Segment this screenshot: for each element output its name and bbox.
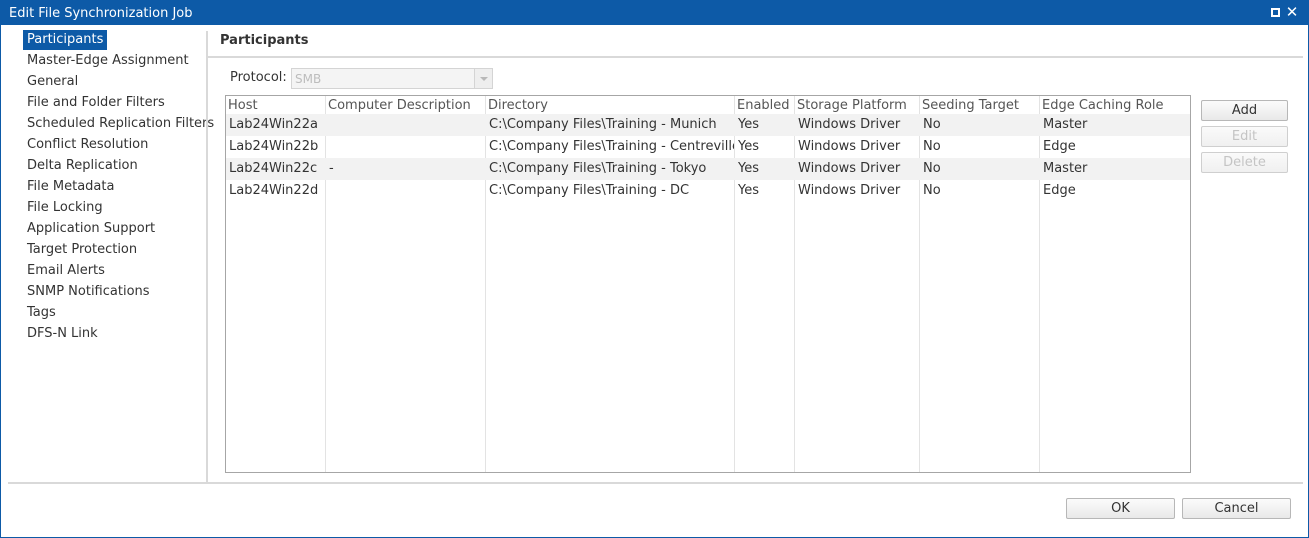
cell-directory: C:\Company Files\Training - DC (489, 183, 690, 198)
cell-edge-caching-role: Edge (1043, 139, 1076, 154)
cell-seeding-target: No (923, 139, 941, 154)
footer-divider (8, 482, 1303, 484)
delete-button[interactable]: Delete (1201, 152, 1288, 173)
cell-edge-caching-role: Master (1043, 117, 1088, 132)
cell-computer-description (326, 114, 485, 136)
cell-host: Lab24Win22d (229, 183, 319, 198)
ok-button[interactable]: OK (1066, 498, 1175, 519)
sidebar-item-participants[interactable]: Participants (23, 30, 108, 50)
protocol-select[interactable]: SMB (291, 68, 493, 89)
column-header-storage-platform[interactable]: Storage Platform (795, 96, 919, 116)
cell-computer-description: - (329, 161, 334, 176)
cell-directory: C:\Company Files\Training - Tokyo (489, 161, 707, 176)
table-row[interactable]: Lab24Win22d C:\Company Files\Training - … (226, 180, 1190, 202)
sidebar-item-delta-replication[interactable]: Delta Replication (23, 156, 142, 176)
sidebar-item-file-and-folder-filters[interactable]: File and Folder Filters (23, 93, 169, 113)
sidebar-item-scheduled-replication-filters[interactable]: Scheduled Replication Filters (23, 114, 218, 134)
cell-storage-platform: Windows Driver (798, 139, 901, 154)
cell-edge-caching-role: Edge (1043, 183, 1076, 198)
cell-computer-description (326, 180, 485, 202)
cell-storage-platform: Windows Driver (798, 161, 901, 176)
cell-seeding-target: No (923, 117, 941, 132)
table-row[interactable]: Lab24Win22b C:\Company Files\Training - … (226, 136, 1190, 158)
cell-host: Lab24Win22c (229, 161, 318, 176)
sidebar-item-file-metadata[interactable]: File Metadata (23, 177, 118, 197)
column-header-edge-caching-role[interactable]: Edge Caching Role (1040, 96, 1190, 116)
cell-seeding-target: No (923, 161, 941, 176)
edit-button[interactable]: Edit (1201, 126, 1288, 147)
column-header-seeding-target[interactable]: Seeding Target (920, 96, 1039, 116)
protocol-label: Protocol: (230, 70, 287, 85)
cell-storage-platform: Windows Driver (798, 117, 901, 132)
sidebar-item-target-protection[interactable]: Target Protection (23, 240, 141, 260)
sidebar-item-general[interactable]: General (23, 72, 82, 92)
title-bar: Edit File Synchronization Job ✕ (1, 1, 1308, 25)
sidebar-item-snmp-notifications[interactable]: SNMP Notifications (23, 282, 154, 302)
sidebar-item-file-locking[interactable]: File Locking (23, 198, 107, 218)
table-row[interactable]: Lab24Win22c - C:\Company Files\Training … (226, 158, 1190, 180)
cell-enabled: Yes (738, 183, 759, 198)
participants-table: Host Computer Description Directory Enab… (225, 95, 1191, 473)
sidebar-divider (206, 31, 208, 482)
column-header-computer-description[interactable]: Computer Description (326, 96, 485, 116)
cell-enabled: Yes (738, 117, 759, 132)
cell-host: Lab24Win22b (229, 139, 319, 154)
cell-storage-platform: Windows Driver (798, 183, 901, 198)
sidebar-item-conflict-resolution[interactable]: Conflict Resolution (23, 135, 152, 155)
cell-directory: C:\Company Files\Training - Centreville (489, 139, 734, 154)
sidebar-item-email-alerts[interactable]: Email Alerts (23, 261, 109, 281)
table-row[interactable]: Lab24Win22a C:\Company Files\Training - … (226, 114, 1190, 136)
sidebar-item-master-edge-assignment[interactable]: Master-Edge Assignment (23, 51, 193, 71)
cell-edge-caching-role: Master (1043, 161, 1088, 176)
add-button[interactable]: Add (1201, 100, 1288, 121)
cell-seeding-target: No (923, 183, 941, 198)
column-header-host[interactable]: Host (226, 96, 325, 116)
chevron-down-icon[interactable] (474, 69, 492, 88)
cell-enabled: Yes (738, 161, 759, 176)
edit-job-dialog: Edit File Synchronization Job ✕ Particip… (0, 0, 1309, 538)
cell-enabled: Yes (738, 139, 759, 154)
column-header-directory[interactable]: Directory (486, 96, 734, 116)
sidebar-item-dfs-n-link[interactable]: DFS-N Link (23, 324, 102, 344)
maximize-icon[interactable] (1268, 5, 1282, 19)
protocol-value: SMB (295, 72, 322, 86)
cell-directory: C:\Company Files\Training - Munich (489, 117, 717, 132)
sidebar-item-tags[interactable]: Tags (23, 303, 60, 323)
column-header-enabled[interactable]: Enabled (735, 96, 794, 116)
sidebar-nav: Participants Master-Edge Assignment Gene… (1, 25, 214, 482)
cell-host: Lab24Win22a (229, 117, 318, 132)
section-divider (208, 56, 1303, 58)
cell-computer-description (326, 136, 485, 158)
sidebar-item-application-support[interactable]: Application Support (23, 219, 159, 239)
close-icon[interactable]: ✕ (1285, 5, 1299, 20)
cancel-button[interactable]: Cancel (1182, 498, 1291, 519)
dialog-title: Edit File Synchronization Job (9, 6, 193, 21)
section-title: Participants (220, 33, 309, 48)
